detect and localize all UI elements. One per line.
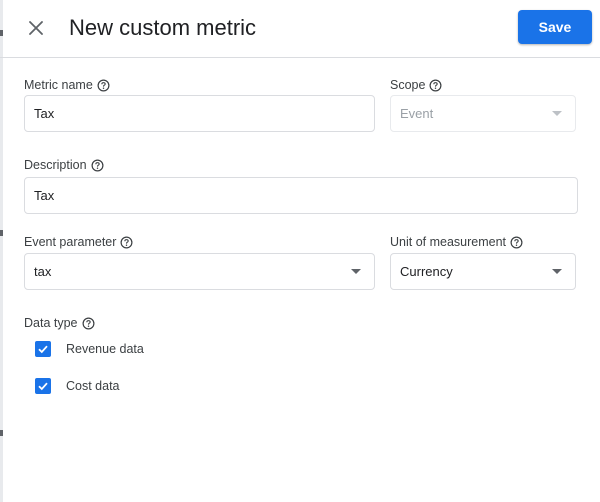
help-icon[interactable] — [82, 317, 95, 330]
event-parameter-select[interactable]: tax — [24, 253, 375, 290]
dropdown-arrow-icon — [351, 269, 361, 274]
revenue-data-checkbox[interactable] — [35, 341, 51, 357]
scope-label-text: Scope — [390, 78, 426, 92]
event-parameter-value: tax — [34, 264, 52, 279]
event-parameter-label-text: Event parameter — [24, 235, 117, 249]
edge-mark — [0, 430, 3, 436]
close-button[interactable] — [24, 16, 48, 40]
dropdown-arrow-icon — [552, 111, 562, 116]
description-label-text: Description — [24, 158, 87, 172]
metric-name-label: Metric name — [24, 77, 110, 93]
cost-data-checkbox[interactable] — [35, 378, 51, 394]
data-type-label-text: Data type — [24, 316, 78, 330]
dialog-header: New custom metric Save — [0, 0, 600, 58]
check-icon — [38, 382, 48, 391]
unit-of-measurement-value: Currency — [400, 264, 453, 279]
scope-value: Event — [400, 106, 434, 121]
page-title: New custom metric — [69, 15, 257, 40]
save-button[interactable]: Save — [518, 10, 592, 44]
left-edge-strip — [0, 0, 3, 502]
metric-name-label-text: Metric name — [24, 78, 93, 92]
dropdown-arrow-icon — [552, 269, 562, 274]
check-icon — [38, 345, 48, 354]
unit-of-measurement-label-text: Unit of measurement — [390, 235, 507, 249]
unit-of-measurement-label: Unit of measurement — [390, 234, 523, 250]
help-icon[interactable] — [91, 159, 104, 172]
description-label: Description — [24, 157, 104, 173]
cost-data-label: Cost data — [66, 379, 120, 393]
metric-name-field[interactable]: Tax — [24, 95, 375, 132]
description-field[interactable]: Tax — [24, 177, 578, 214]
help-icon[interactable] — [429, 79, 442, 92]
revenue-data-label: Revenue data — [66, 342, 144, 356]
close-icon — [29, 21, 43, 35]
event-parameter-label: Event parameter — [24, 234, 133, 250]
help-icon[interactable] — [97, 79, 110, 92]
help-icon[interactable] — [510, 236, 523, 249]
unit-of-measurement-select[interactable]: Currency — [390, 253, 576, 290]
help-icon[interactable] — [120, 236, 133, 249]
edge-mark — [0, 230, 3, 236]
data-type-label: Data type — [24, 315, 95, 331]
scope-select: Event — [390, 95, 576, 132]
scope-label: Scope — [390, 77, 442, 93]
